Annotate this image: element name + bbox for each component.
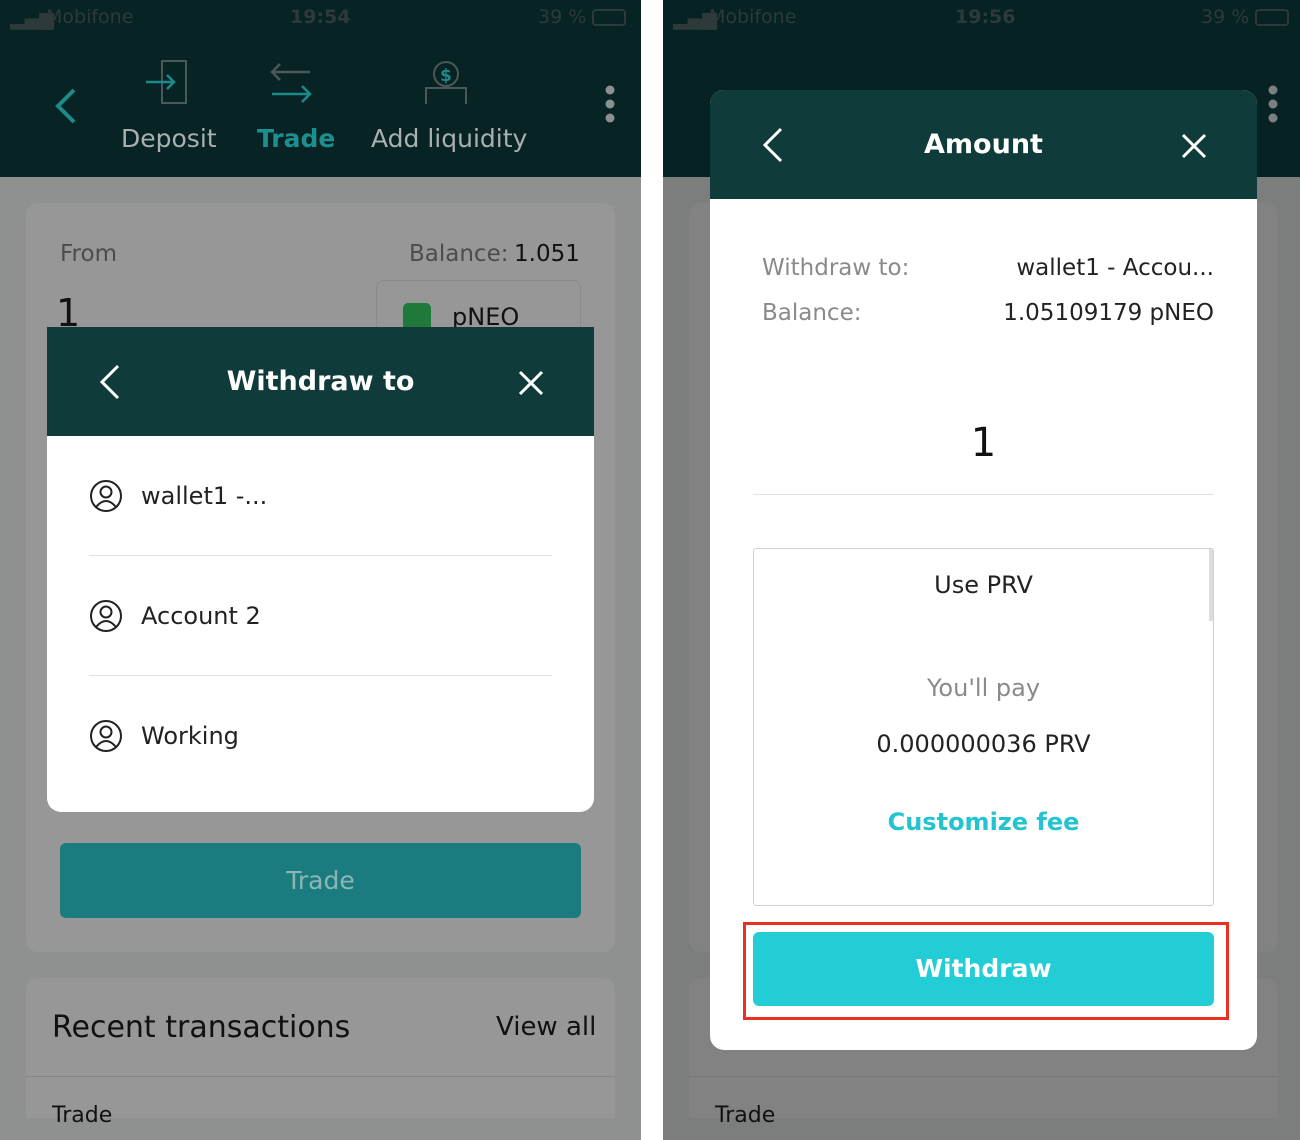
amount-modal: Amount Withdraw to: wallet1 - Accou... B…	[710, 90, 1257, 1050]
status-bar: ▂▄▆ Mobifone 19:54 39 %	[0, 0, 641, 36]
pay-value: 0.000000036 PRV	[876, 730, 1091, 758]
carrier: Mobifone	[46, 6, 134, 28]
right-screen: ▂▄▆ Mobifone 19:56 39 % Trade Amount Wit…	[663, 0, 1300, 1140]
trade-icon	[270, 63, 312, 103]
recent-transactions-title: Recent transactions	[52, 1010, 351, 1045]
nav-label: Deposit	[121, 124, 217, 153]
battery-level: 39 %	[538, 6, 587, 28]
user-icon	[90, 479, 122, 512]
battery-icon	[1255, 9, 1289, 26]
trade-button-label: Trade	[286, 866, 355, 895]
nav-label: Add liquidity	[371, 124, 528, 153]
time: 19:54	[290, 6, 351, 28]
back-icon[interactable]	[760, 126, 786, 164]
svg-text:$: $	[440, 66, 452, 86]
account-name: Account 2	[141, 601, 261, 630]
balance-label: Balance:	[762, 300, 862, 326]
trade-button[interactable]: Trade	[60, 843, 581, 918]
modal-title: Withdraw to	[226, 366, 415, 397]
pay-label: You'll pay	[926, 674, 1041, 702]
battery-level: 39 %	[1201, 6, 1250, 28]
account-name: wallet1 -...	[141, 481, 268, 510]
add-liquidity-icon: $	[425, 61, 467, 104]
amount-input[interactable]: 1	[753, 420, 1214, 495]
transaction-item[interactable]: Trade	[715, 1103, 775, 1128]
more-icon[interactable]	[1265, 84, 1281, 126]
user-icon	[90, 720, 122, 752]
scrollbar[interactable]	[1209, 549, 1213, 621]
recent-transactions-card: Recent transactions View all Trade	[26, 978, 615, 1128]
account-item-working[interactable]: Working	[89, 676, 552, 796]
withdraw-button[interactable]: Withdraw	[753, 932, 1214, 1006]
left-screen: ▂▄▆ Mobifone 19:54 39 % Deposit Trade $ …	[0, 0, 641, 1140]
close-icon[interactable]	[1180, 132, 1208, 160]
account-item-wallet1[interactable]: wallet1 -...	[89, 436, 552, 556]
back-icon[interactable]	[50, 86, 80, 126]
withdraw-to-value: wallet1 - Accou...	[1016, 255, 1214, 281]
carrier: Mobifone	[709, 6, 797, 28]
more-icon[interactable]	[602, 84, 618, 126]
nav-label: Trade	[257, 124, 336, 153]
close-icon[interactable]	[517, 369, 545, 397]
account-name: Working	[141, 722, 239, 750]
modal-header: Withdraw to	[47, 327, 594, 436]
from-label: From	[60, 241, 117, 267]
modal-title: Amount	[924, 129, 1043, 160]
transaction-item[interactable]: Trade	[52, 1103, 112, 1128]
withdraw-to-label: Withdraw to:	[762, 255, 910, 281]
back-icon[interactable]	[97, 363, 123, 401]
view-all-link[interactable]: View all	[496, 1012, 596, 1042]
account-item-account-2[interactable]: Account 2	[89, 556, 552, 676]
status-bar: ▂▄▆ Mobifone 19:56 39 %	[663, 0, 1300, 36]
balance-value: 1.05109179 pNEO	[1003, 300, 1214, 326]
modal-header: Amount	[710, 90, 1257, 199]
time: 19:56	[955, 6, 1016, 28]
withdraw-button-label: Withdraw	[915, 954, 1052, 983]
battery-icon	[592, 9, 626, 26]
fee-box: Use PRV You'll pay 0.000000036 PRV Custo…	[753, 548, 1214, 906]
user-icon	[90, 599, 122, 632]
divider	[26, 1076, 615, 1077]
deposit-icon	[146, 60, 187, 104]
withdraw-to-modal: Withdraw to wallet1 -... Account 2 Worki…	[47, 327, 594, 812]
balance-label: Balance:	[409, 241, 509, 267]
divider	[689, 1076, 1278, 1077]
amount-value: 1	[970, 420, 997, 466]
balance-value: 1.051	[514, 241, 580, 267]
customize-fee-link[interactable]: Customize fee	[754, 808, 1213, 836]
fee-type: Use PRV	[934, 571, 1033, 599]
